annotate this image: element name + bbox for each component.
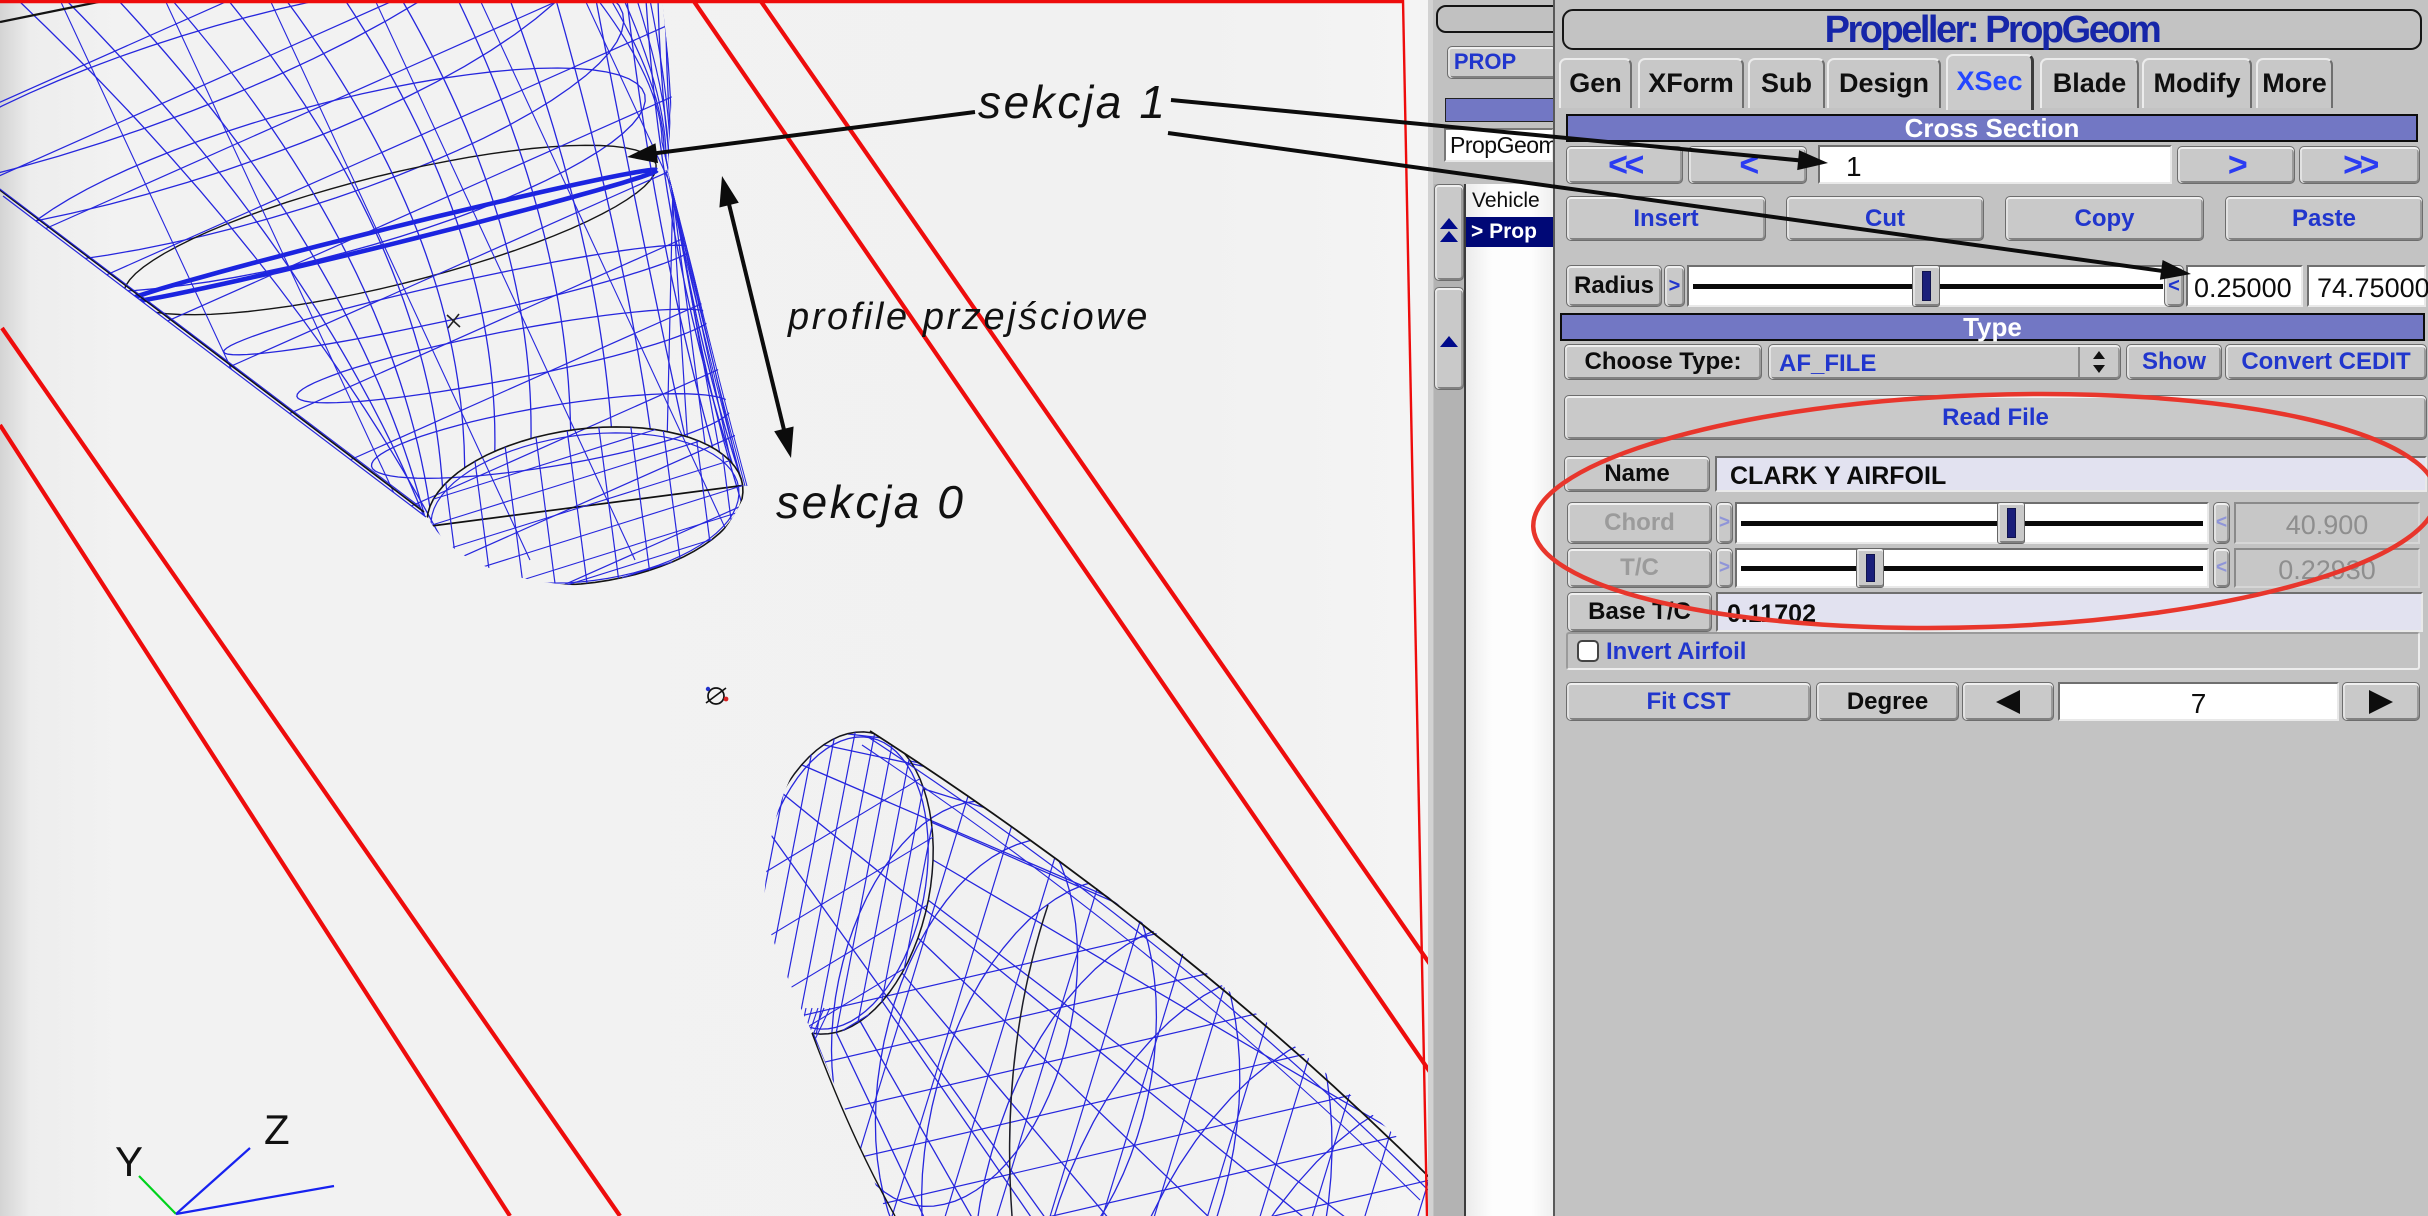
svg-text:Y: Y xyxy=(115,1138,143,1185)
svg-text:Z: Z xyxy=(264,1106,290,1153)
